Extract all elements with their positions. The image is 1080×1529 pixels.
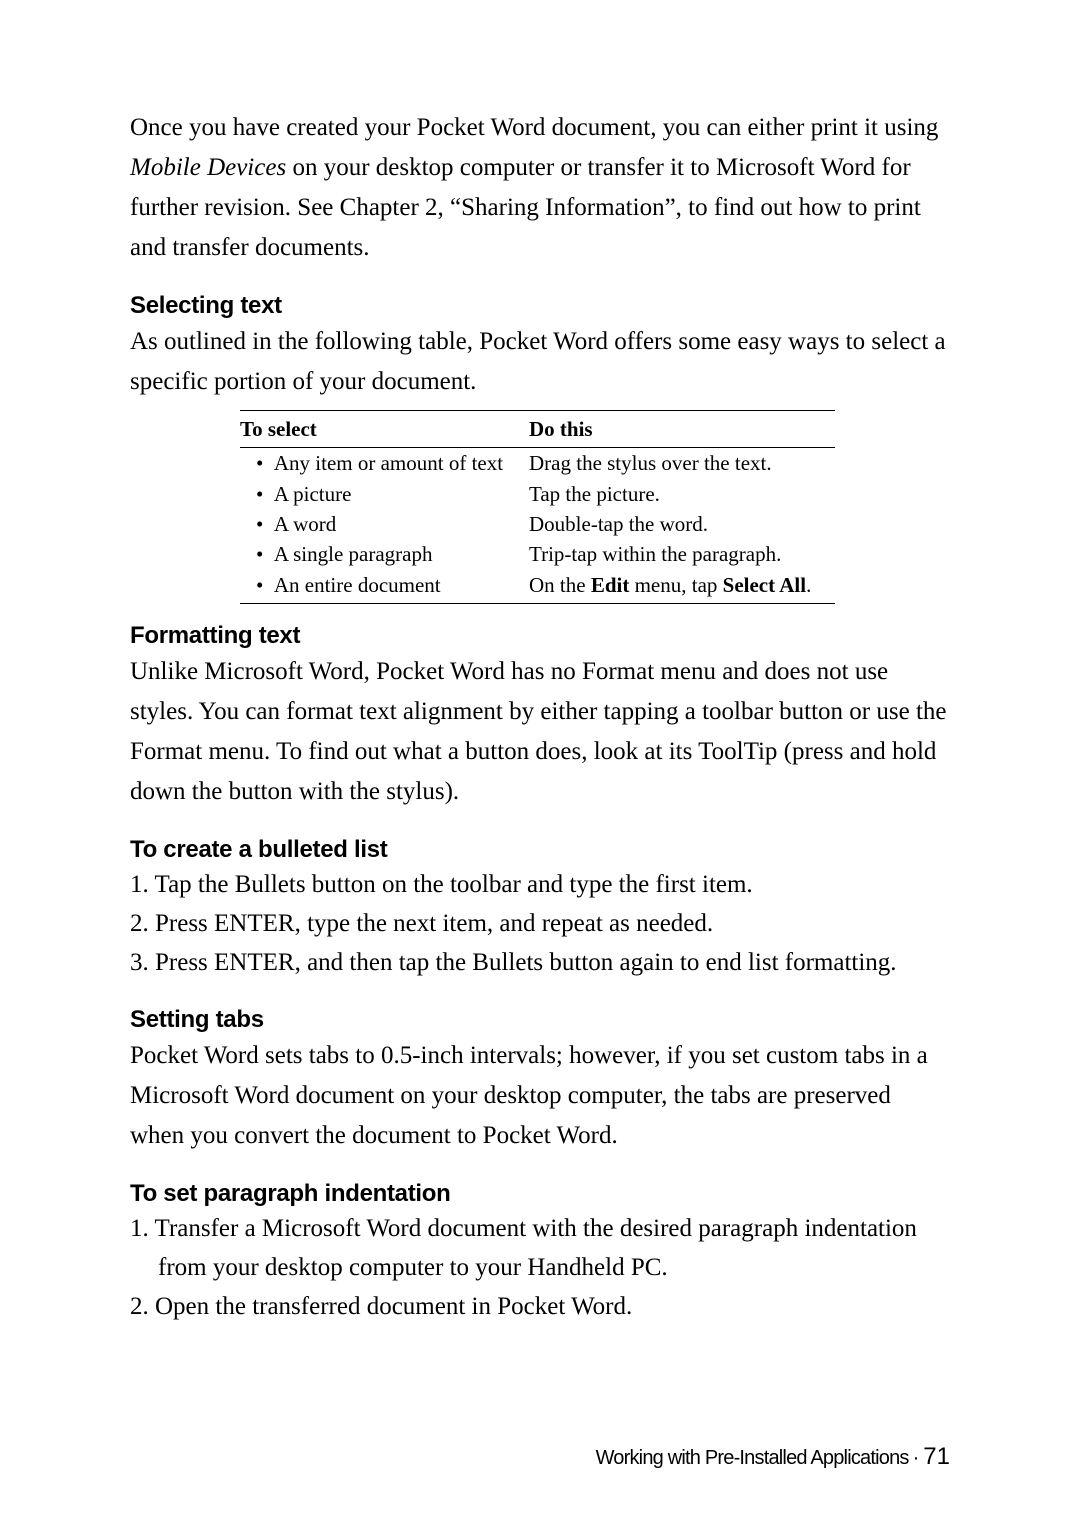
table-cell: On the Edit menu, tap Select All. <box>529 570 835 604</box>
intro-paragraph: Once you have created your Pocket Word d… <box>130 108 950 268</box>
table-header-do-this: Do this <box>529 411 835 448</box>
table-cell: Tap the picture. <box>529 479 835 509</box>
heading-setting-tabs: Setting tabs <box>130 1006 950 1034</box>
document-page: Once you have created your Pocket Word d… <box>0 0 1080 1529</box>
list-item: 1. Transfer a Microsoft Word document wi… <box>130 1210 950 1288</box>
table-row: • An entire document On the Edit menu, t… <box>240 570 835 604</box>
heading-create-bulleted-list: To create a bulleted list <box>130 836 950 864</box>
table-body: • Any item or amount of text Drag the st… <box>240 448 835 604</box>
table-cell: A single paragraph <box>274 542 433 566</box>
footer-separator-icon: · <box>909 1447 924 1469</box>
table-cell: An entire document <box>274 573 441 597</box>
page-footer: Working with Pre-Installed Applications·… <box>596 1443 950 1471</box>
selecting-text-paragraph: As outlined in the following table, Pock… <box>130 322 950 402</box>
heading-set-paragraph-indentation: To set paragraph indentation <box>130 1180 950 1208</box>
list-item: 2. Open the transferred document in Pock… <box>130 1288 950 1327</box>
footer-page-number: 71 <box>923 1443 950 1470</box>
list-item: 2. Press ENTER, type the next item, and … <box>130 905 950 944</box>
table-cell: Drag the stylus over the text. <box>529 448 835 479</box>
heading-formatting-text: Formatting text <box>130 622 950 650</box>
table-cell: Double-tap the word. <box>529 509 835 539</box>
text-frag-bold: Select All <box>723 573 806 597</box>
table-row: • A single paragraph Trip-tap within the… <box>240 539 835 569</box>
text-frag-bold: Edit <box>591 573 630 597</box>
selection-table: To select Do this • Any item or amount o… <box>240 410 835 604</box>
table-cell: Trip-tap within the paragraph. <box>529 539 835 569</box>
intro-pre-text: Once you have created your Pocket Word d… <box>130 114 938 141</box>
text-frag: . <box>806 573 811 597</box>
table-cell: Any item or amount of text <box>274 451 503 475</box>
intro-italic-text: Mobile Devices <box>130 154 286 181</box>
table-row: • A picture Tap the picture. <box>240 479 835 509</box>
text-frag: menu, tap <box>629 573 722 597</box>
table-header-to-select: To select <box>240 411 529 448</box>
list-item: 3. Press ENTER, and then tap the Bullets… <box>130 944 950 983</box>
heading-selecting-text: Selecting text <box>130 292 950 320</box>
formatting-text-paragraph: Unlike Microsoft Word, Pocket Word has n… <box>130 652 950 812</box>
table-cell: A word <box>274 512 336 536</box>
table-row: • Any item or amount of text Drag the st… <box>240 448 835 479</box>
setting-tabs-paragraph: Pocket Word sets tabs to 0.5-inch interv… <box>130 1036 950 1156</box>
footer-label: Working with Pre-Installed Applications <box>596 1447 909 1469</box>
table-cell: A picture <box>274 482 352 506</box>
bulleted-list-steps: 1. Tap the Bullets button on the toolbar… <box>130 866 950 982</box>
list-item: 1. Tap the Bullets button on the toolbar… <box>130 866 950 905</box>
text-frag: On the <box>529 573 591 597</box>
indentation-steps: 1. Transfer a Microsoft Word document wi… <box>130 1210 950 1326</box>
table-row: • A word Double-tap the word. <box>240 509 835 539</box>
